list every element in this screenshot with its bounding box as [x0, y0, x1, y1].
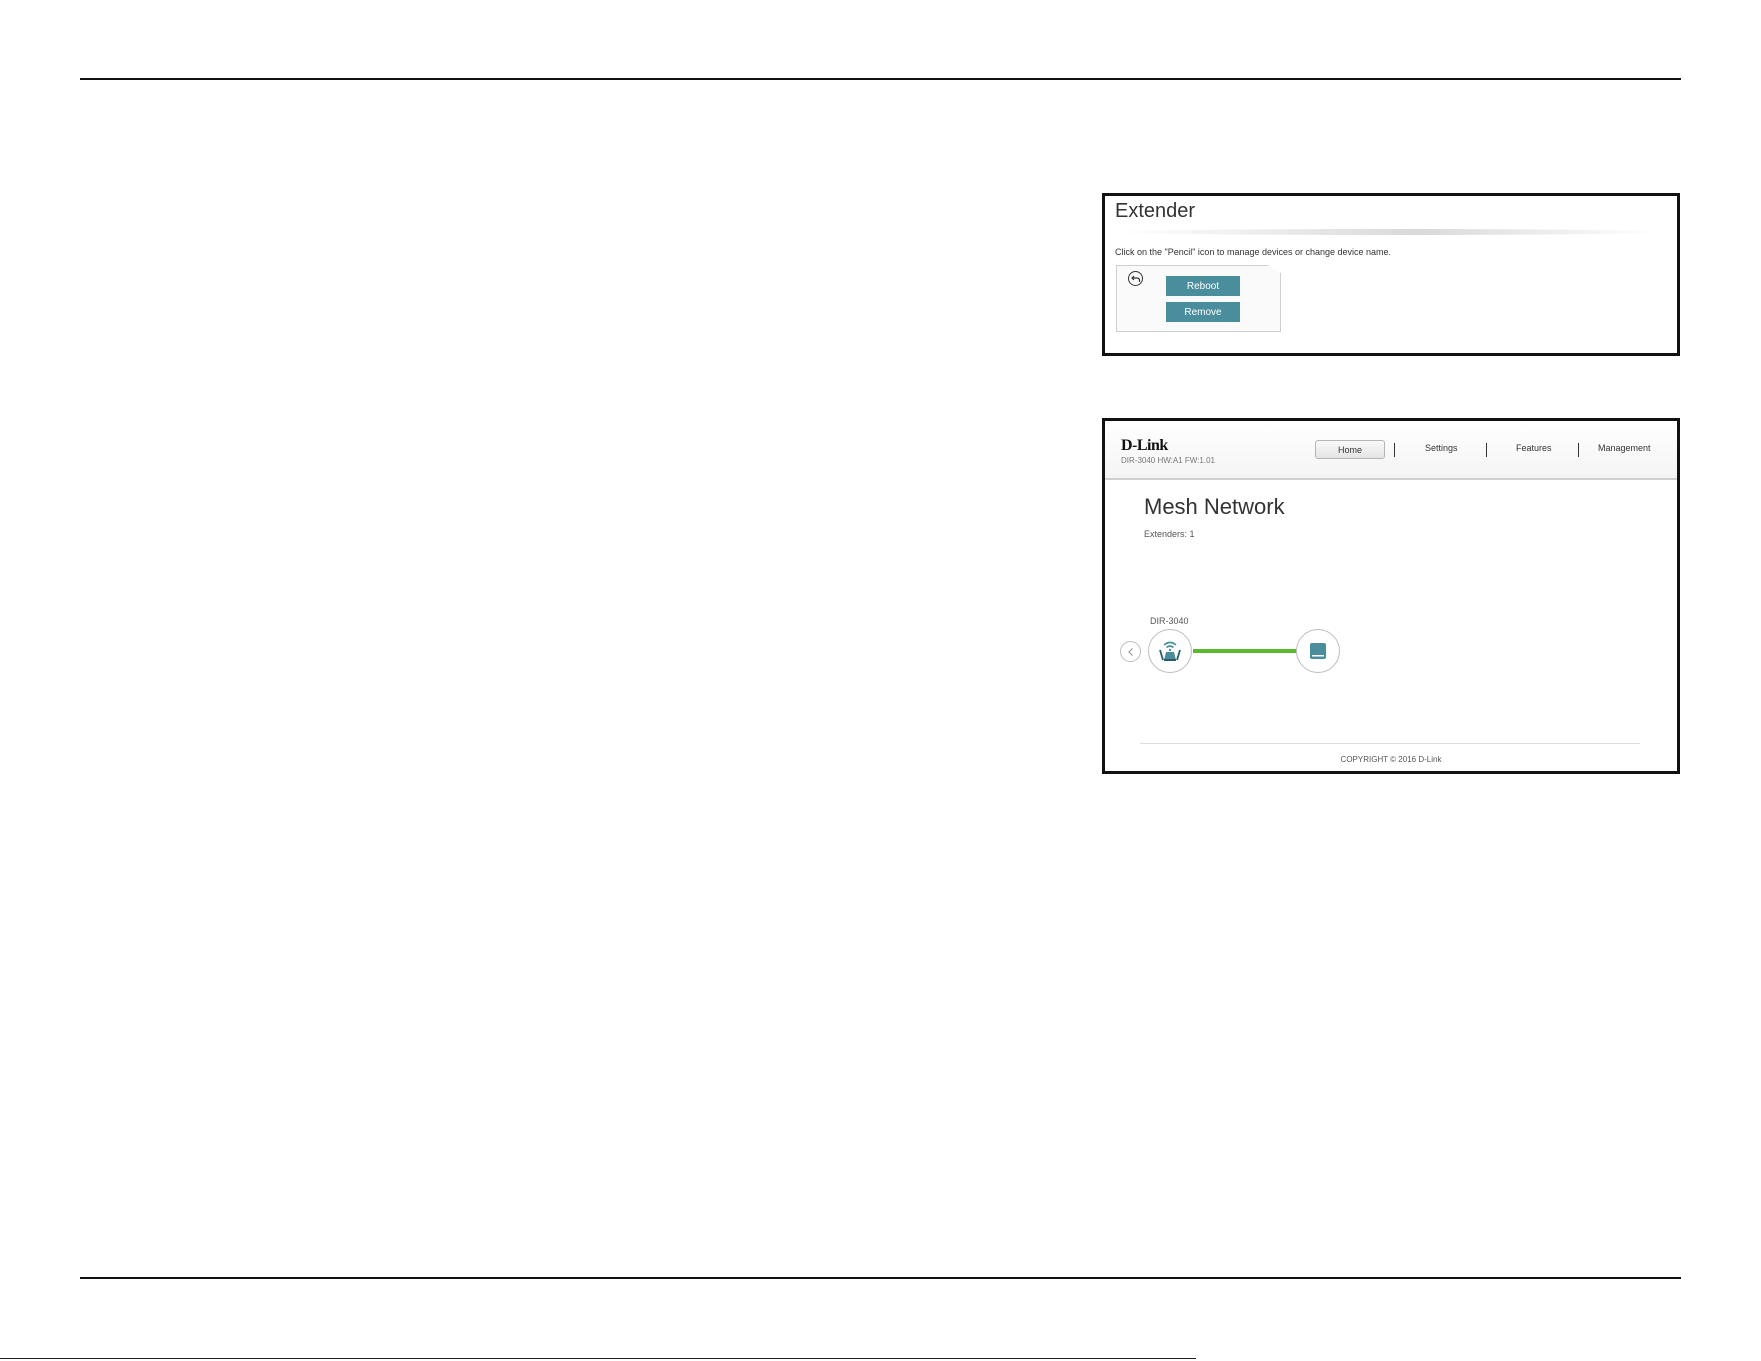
pencil-hint-text: Click on the "Pencil" icon to manage dev… [1115, 247, 1392, 257]
copyright-text: COPYRIGHT © 2016 D-Link [1340, 755, 1442, 764]
dlink-logo: D-Link [1121, 437, 1168, 454]
page-foot-rule [0, 1358, 1196, 1359]
nav-features[interactable]: Features [1516, 443, 1552, 453]
top-rule [80, 78, 1681, 80]
bottom-rule [80, 1277, 1681, 1279]
nav-separator [1486, 443, 1487, 457]
app-header: D-Link DIR-3040 HW:A1 FW:1.01 Home Setti… [1105, 421, 1677, 480]
extender-icon [1310, 643, 1326, 659]
mesh-network-screenshot: D-Link DIR-3040 HW:A1 FW:1.01 Home Setti… [1102, 418, 1680, 774]
remove-button[interactable]: Remove [1166, 302, 1240, 322]
nav-management[interactable]: Management [1598, 443, 1651, 453]
title-divider [1115, 229, 1665, 235]
nav-settings[interactable]: Settings [1425, 443, 1458, 453]
back-arrow-icon[interactable] [1128, 271, 1143, 286]
router-node[interactable] [1148, 629, 1192, 673]
page-title: Mesh Network [1144, 494, 1285, 519]
extender-node[interactable] [1296, 629, 1340, 673]
router-label: DIR-3040 [1150, 616, 1189, 626]
nav-separator [1578, 443, 1579, 457]
mesh-link-line [1193, 649, 1299, 653]
device-action-card: Reboot Remove [1116, 265, 1281, 332]
nav-home[interactable]: Home [1315, 440, 1385, 459]
reboot-button[interactable]: Reboot [1166, 276, 1240, 296]
footer-divider [1140, 743, 1640, 744]
extender-screenshot: Extender Click on the "Pencil" icon to m… [1102, 193, 1680, 356]
nav-separator [1394, 443, 1395, 457]
chevron-left-icon[interactable] [1120, 641, 1141, 662]
extender-title: Extender [1115, 200, 1196, 222]
extenders-count: Extenders: 1 [1144, 529, 1195, 539]
router-icon [1159, 641, 1181, 661]
model-info: DIR-3040 HW:A1 FW:1.01 [1121, 456, 1215, 465]
